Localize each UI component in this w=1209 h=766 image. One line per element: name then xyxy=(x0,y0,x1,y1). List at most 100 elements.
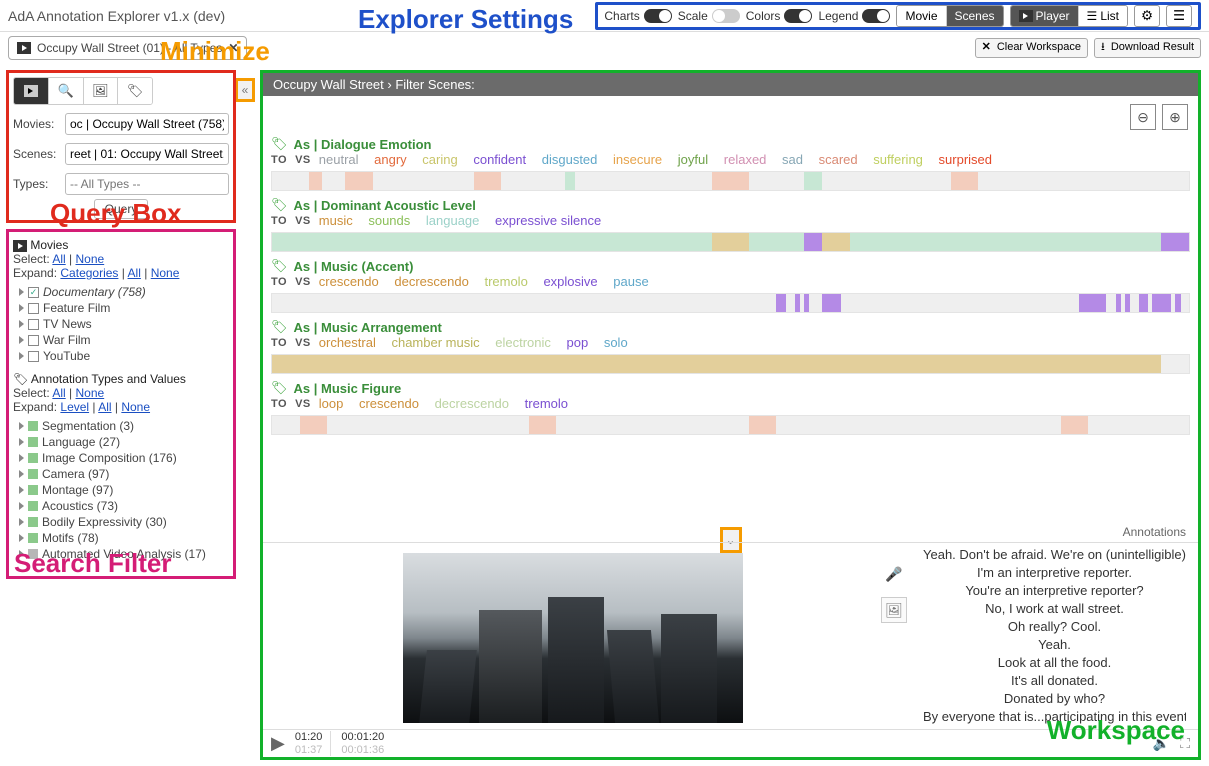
type-tree-item[interactable]: Camera (97) xyxy=(13,466,229,482)
types-field[interactable] xyxy=(65,173,229,195)
video-frame[interactable] xyxy=(403,553,743,723)
track-chunk[interactable] xyxy=(309,172,323,190)
track-chunk[interactable] xyxy=(804,294,810,312)
types-select-none[interactable]: None xyxy=(76,386,105,400)
type-tree-item[interactable]: Bodily Expressivity (30) xyxy=(13,514,229,530)
track-chunk[interactable] xyxy=(804,233,822,251)
microphone-icon[interactable]: 🎤 xyxy=(881,561,907,587)
track: 🏷As | Dialogue Emotion TOVSneutral angry… xyxy=(271,136,1190,191)
movies-expand-categories[interactable]: Categories xyxy=(60,266,118,280)
minimize-sidebar-button[interactable]: « xyxy=(235,78,255,102)
type-tree-item[interactable]: Image Composition (176) xyxy=(13,450,229,466)
track-chunk[interactable] xyxy=(795,294,801,312)
clear-workspace-button[interactable]: ✕Clear Workspace xyxy=(975,38,1088,57)
query-tab-movies[interactable] xyxy=(14,78,49,104)
type-tree-item[interactable]: Automated Video Analysis (17) xyxy=(13,546,229,562)
movies-expand-none[interactable]: None xyxy=(151,266,180,280)
movie-tree-item[interactable]: TV News xyxy=(13,316,229,332)
fullscreen-icon[interactable]: ⛶ xyxy=(1180,735,1190,752)
types-select-all[interactable]: All xyxy=(52,386,65,400)
track-chunk[interactable] xyxy=(1125,294,1131,312)
track-chunk[interactable] xyxy=(850,233,1162,251)
type-tree-item[interactable]: Language (27) xyxy=(13,434,229,450)
volume-icon[interactable]: 🔈 xyxy=(1153,735,1170,752)
checkbox[interactable] xyxy=(28,303,39,314)
track-timeline[interactable] xyxy=(271,232,1190,252)
download-result-button[interactable]: ⭳Download Result xyxy=(1094,38,1201,57)
movies-select-none[interactable]: None xyxy=(76,252,105,266)
checkbox[interactable] xyxy=(28,319,39,330)
toggle-scale[interactable]: Scale xyxy=(678,9,740,23)
type-tree-item[interactable]: Montage (97) xyxy=(13,482,229,498)
type-tree-item[interactable]: Segmentation (3) xyxy=(13,418,229,434)
query-tab-tag[interactable]: 🏷 xyxy=(118,78,152,104)
track-chunk[interactable] xyxy=(1139,294,1148,312)
movie-tree-item[interactable]: War Film xyxy=(13,332,229,348)
checkbox[interactable] xyxy=(28,351,39,362)
track-chunk[interactable] xyxy=(749,416,777,434)
mode-segment[interactable]: Player ☰List xyxy=(1010,5,1128,27)
track-timeline[interactable] xyxy=(271,171,1190,191)
tag-icon: 🏷 xyxy=(271,136,288,152)
query-button[interactable]: Query xyxy=(94,199,149,219)
track-chunk[interactable] xyxy=(345,172,373,190)
track-chunk[interactable] xyxy=(1175,294,1181,312)
gear-icon: ⚙ xyxy=(1141,8,1153,24)
zoom-in-button[interactable]: ⊕ xyxy=(1162,104,1188,130)
track-chunk[interactable] xyxy=(300,416,328,434)
movie-tree-item[interactable]: Documentary (758) xyxy=(13,284,229,300)
track-timeline[interactable] xyxy=(271,415,1190,435)
checkbox[interactable] xyxy=(28,335,39,346)
types-expand-none[interactable]: None xyxy=(121,400,150,414)
track-timeline[interactable] xyxy=(271,293,1190,313)
view-segment[interactable]: Movie Scenes xyxy=(896,5,1003,27)
toggle-charts[interactable]: Charts xyxy=(604,9,671,23)
movie-tree-item[interactable]: YouTube xyxy=(13,348,229,364)
menu-button[interactable]: ☰ xyxy=(1166,5,1192,27)
type-tree-item[interactable]: Acoustics (73) xyxy=(13,498,229,514)
track-chunk[interactable] xyxy=(776,294,785,312)
movie-tree-item[interactable]: Feature Film xyxy=(13,300,229,316)
track-chunk[interactable] xyxy=(712,233,749,251)
track-timeline[interactable] xyxy=(271,354,1190,374)
track-chunk[interactable] xyxy=(822,233,850,251)
track-chunk[interactable] xyxy=(474,172,502,190)
checkbox[interactable] xyxy=(28,287,39,298)
movie-chip[interactable]: Occupy Wall Street (01) - All Types ✕ xyxy=(8,36,247,60)
mode-player-button[interactable]: Player xyxy=(1011,6,1079,26)
toggle-colors[interactable]: Colors xyxy=(746,9,813,23)
track-chunk[interactable] xyxy=(272,355,1161,373)
track-chunk[interactable] xyxy=(529,416,557,434)
track-chunk[interactable] xyxy=(749,233,804,251)
frame-capture-button[interactable]: 🖼 xyxy=(881,597,907,623)
track-chunk[interactable] xyxy=(565,172,574,190)
zoom-out-button[interactable]: ⊖ xyxy=(1130,104,1156,130)
track-chunk[interactable] xyxy=(1116,294,1122,312)
query-tab-image[interactable]: 🖼 xyxy=(84,78,119,104)
types-expand-level[interactable]: Level xyxy=(60,400,89,414)
scenes-field[interactable] xyxy=(65,143,229,165)
track-chunk[interactable] xyxy=(1161,233,1189,251)
toggle-legend[interactable]: Legend xyxy=(818,9,890,23)
types-expand-all[interactable]: All xyxy=(98,400,111,414)
query-tab-search[interactable]: 🔍 xyxy=(49,78,84,104)
settings-gear-button[interactable]: ⚙ xyxy=(1134,5,1160,27)
mode-list-button[interactable]: ☰List xyxy=(1079,6,1127,26)
movies-expand-all[interactable]: All xyxy=(128,266,141,280)
track-chunk[interactable] xyxy=(1152,294,1170,312)
chip-close-icon[interactable]: ✕ xyxy=(228,41,238,55)
type-tree-item[interactable]: Motifs (78) xyxy=(13,530,229,546)
view-movie-button[interactable]: Movie xyxy=(897,6,946,26)
track-chunk[interactable] xyxy=(804,172,822,190)
play-button[interactable]: ▶ xyxy=(271,733,285,754)
track-chunk[interactable] xyxy=(272,233,712,251)
movies-select-all[interactable]: All xyxy=(52,252,65,266)
track-chunk[interactable] xyxy=(1079,294,1107,312)
view-scenes-button[interactable]: Scenes xyxy=(947,6,1003,26)
track-chunk[interactable] xyxy=(951,172,979,190)
track-chunk[interactable] xyxy=(822,294,840,312)
track-chunk[interactable] xyxy=(712,172,749,190)
annotations-toggle[interactable]: Annotations xyxy=(1123,525,1186,539)
movies-field[interactable] xyxy=(65,113,229,135)
track-chunk[interactable] xyxy=(1061,416,1089,434)
